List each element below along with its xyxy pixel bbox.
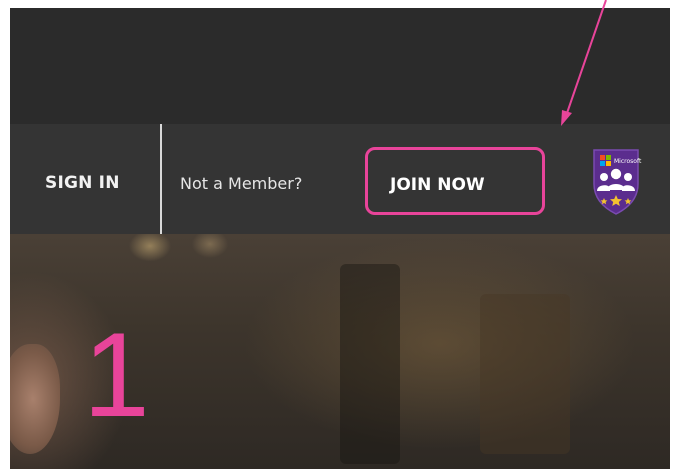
navigation-bar: SIGN IN Not a Member? JOIN NOW Microsoft [10, 124, 670, 234]
hero-person-ear [10, 344, 60, 454]
top-bar [10, 8, 670, 124]
hero-background-shape [340, 264, 400, 464]
step-number-label: 1 [83, 308, 150, 442]
badge-brand-text: Microsoft [614, 158, 642, 165]
community-badge-icon[interactable]: Microsoft [588, 146, 644, 216]
hero-background-shape [480, 294, 570, 454]
sign-in-link[interactable]: SIGN IN [45, 173, 120, 193]
join-now-highlight-box [365, 147, 545, 215]
nav-divider [160, 124, 162, 234]
member-prompt-text: Not a Member? [180, 174, 303, 193]
